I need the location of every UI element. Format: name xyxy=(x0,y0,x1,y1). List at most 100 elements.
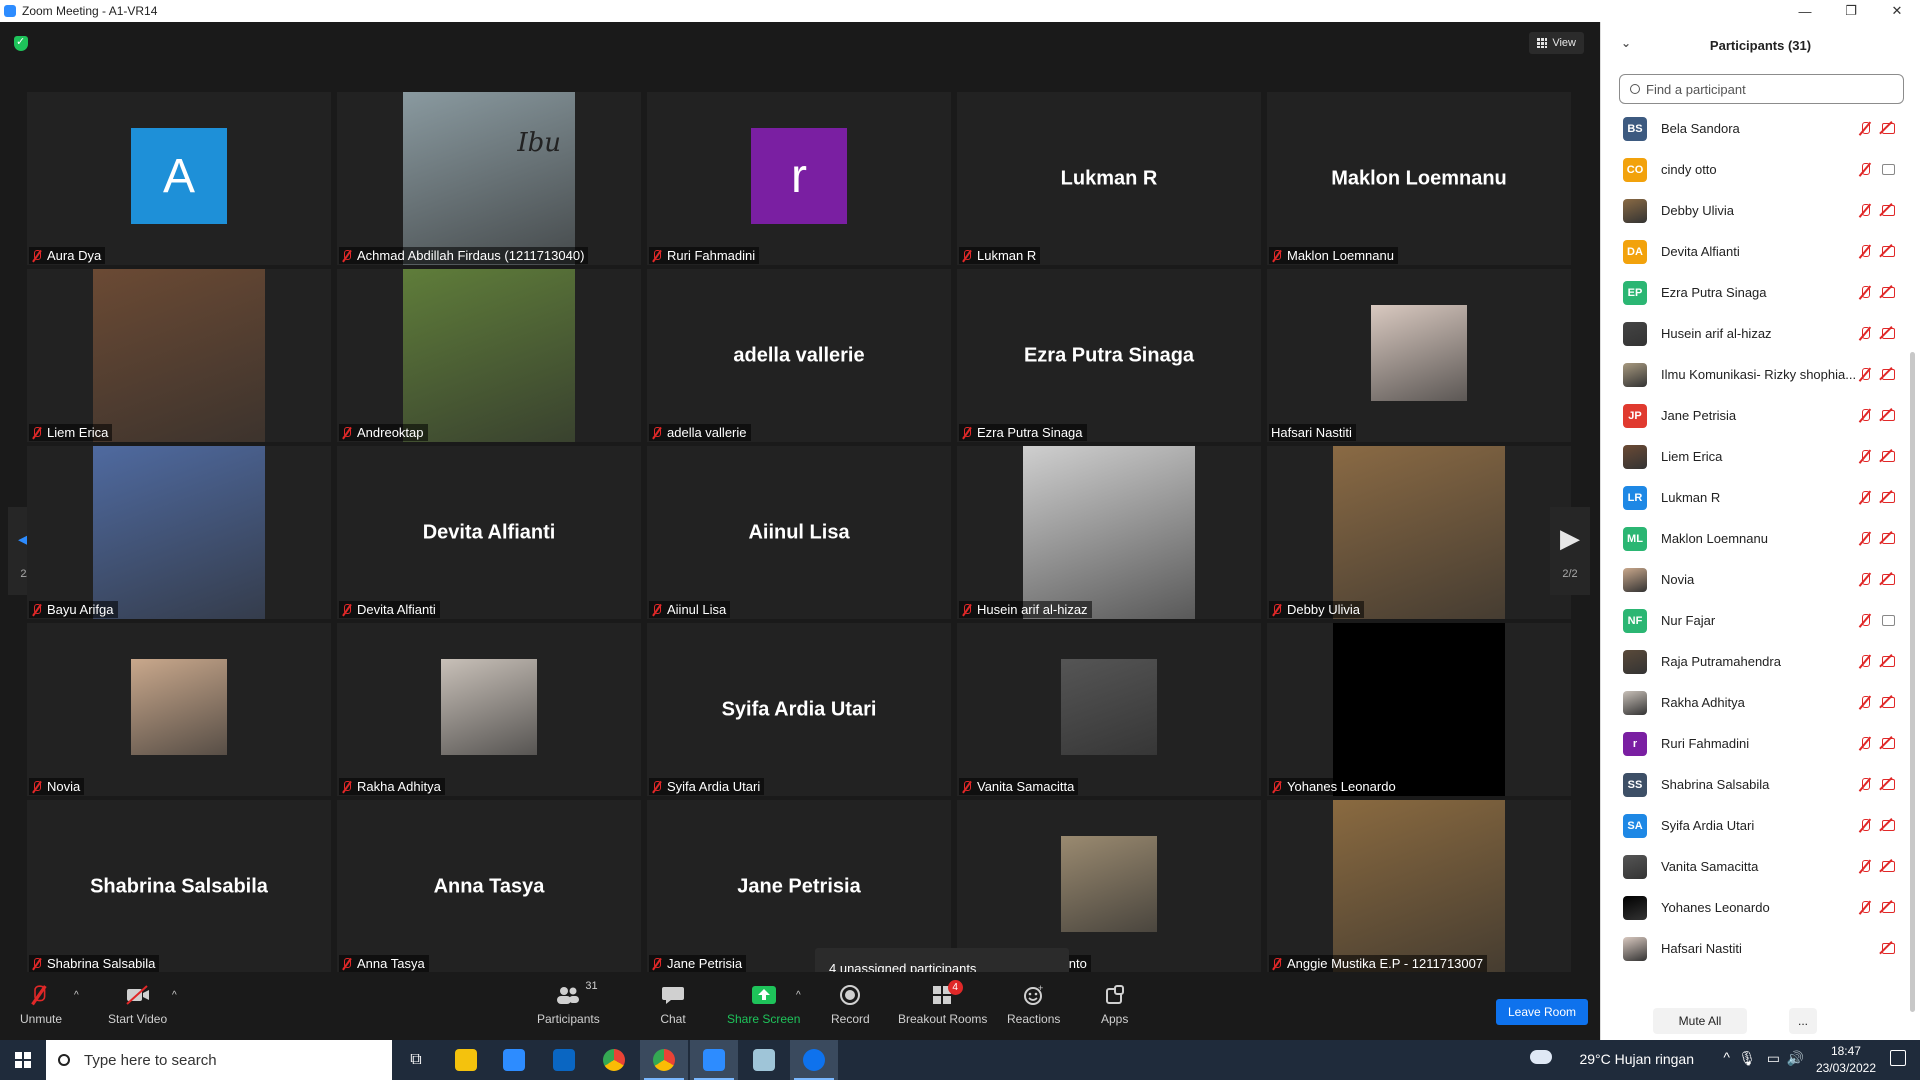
participant-row[interactable]: NF Nur Fajar xyxy=(1601,600,1906,641)
leave-room-button[interactable]: Leave Room xyxy=(1496,999,1588,1025)
reactions-button[interactable]: + Reactions xyxy=(1007,984,1060,1026)
encryption-shield-icon[interactable] xyxy=(14,35,28,51)
start-button[interactable] xyxy=(0,1040,46,1080)
muted-mic-icon[interactable] xyxy=(1858,450,1872,464)
video-off-icon[interactable] xyxy=(1882,368,1898,380)
participants-button[interactable]: 31 Participants xyxy=(537,980,600,1026)
muted-mic-icon[interactable] xyxy=(1858,778,1872,792)
muted-mic-icon[interactable] xyxy=(1858,245,1872,259)
participant-row[interactable]: CO cindy otto xyxy=(1601,149,1906,190)
muted-mic-icon[interactable] xyxy=(1858,655,1872,669)
participant-row[interactable]: BS Bela Sandora xyxy=(1601,108,1906,149)
notifications-icon[interactable] xyxy=(1890,1050,1906,1066)
muted-mic-icon[interactable] xyxy=(1858,409,1872,423)
participant-row[interactable]: Liem Erica xyxy=(1601,436,1906,477)
zoom-app[interactable] xyxy=(690,1040,738,1080)
network-icon[interactable]: ▭ xyxy=(1767,1050,1780,1067)
taskbar-search-box[interactable]: Type here to search xyxy=(46,1040,392,1080)
muted-mic-icon[interactable] xyxy=(1858,368,1872,382)
participant-search-input[interactable]: Find a participant xyxy=(1619,74,1904,104)
video-off-icon[interactable] xyxy=(1882,491,1898,503)
participant-row[interactable]: DA Devita Alfianti xyxy=(1601,231,1906,272)
muted-mic-icon[interactable] xyxy=(1858,696,1872,710)
video-off-icon[interactable] xyxy=(1882,573,1898,585)
muted-mic-icon[interactable] xyxy=(1858,532,1872,546)
video-tile[interactable]: Liem Erica xyxy=(27,269,331,442)
maximize-button[interactable]: ❐ xyxy=(1828,0,1874,22)
video-off-icon[interactable] xyxy=(1882,655,1898,667)
muted-mic-icon[interactable] xyxy=(1858,737,1872,751)
video-tile[interactable]: Debby Ulivia xyxy=(1267,446,1571,619)
participant-row[interactable]: r Ruri Fahmadini xyxy=(1601,723,1906,764)
video-off-icon[interactable] xyxy=(1882,737,1898,749)
video-tile[interactable]: Vanita Samacitta xyxy=(957,623,1261,796)
video-off-icon[interactable] xyxy=(1882,327,1898,339)
video-tile[interactable]: A Aura Dya xyxy=(27,92,331,265)
chrome-app[interactable] xyxy=(590,1040,638,1080)
video-tile[interactable]: Novia xyxy=(27,623,331,796)
task-view-button[interactable]: ⧉ xyxy=(392,1040,440,1080)
participant-row[interactable]: SS Shabrina Salsabila xyxy=(1601,764,1906,805)
participant-row[interactable]: JP Jane Petrisia xyxy=(1601,395,1906,436)
participant-row[interactable]: SA Syifa Ardia Utari xyxy=(1601,805,1906,846)
video-tile[interactable]: Ibu Achmad Abdillah Firdaus (1211713040) xyxy=(337,92,641,265)
file-explorer-app[interactable] xyxy=(442,1040,490,1080)
video-off-icon[interactable] xyxy=(1882,532,1898,544)
close-window-button[interactable]: ✕ xyxy=(1874,0,1920,22)
participant-row[interactable]: Vanita Samacitta xyxy=(1601,846,1906,887)
share-options-caret[interactable]: ^ xyxy=(796,990,801,1001)
share-screen-button[interactable]: Share Screen xyxy=(727,984,800,1026)
participant-row[interactable]: Novia xyxy=(1601,559,1906,600)
next-page-button[interactable]: ▶ 2/2 xyxy=(1550,507,1590,595)
video-tile[interactable]: Syifa Ardia Utari Syifa Ardia Utari xyxy=(647,623,951,796)
video-tile[interactable]: Anggie Mustika E.P - 1211713007 xyxy=(1267,800,1571,973)
muted-mic-icon[interactable] xyxy=(1858,286,1872,300)
video-tile[interactable]: Aiinul Lisa Aiinul Lisa xyxy=(647,446,951,619)
video-tile[interactable]: Shabrina Salsabila Shabrina Salsabila xyxy=(27,800,331,973)
muted-mic-icon[interactable] xyxy=(1858,163,1872,177)
participant-row[interactable]: Debby Ulivia xyxy=(1601,190,1906,231)
video-tile[interactable]: Husein arif al-hizaz xyxy=(957,446,1261,619)
muted-mic-icon[interactable] xyxy=(1858,327,1872,341)
video-tile[interactable]: Anna Tasya Anna Tasya xyxy=(337,800,641,973)
collapse-chevron-icon[interactable]: ⌄ xyxy=(1621,36,1631,50)
tray-chevron-icon[interactable]: ^ xyxy=(1723,1049,1730,1065)
participant-row[interactable]: Husein arif al-hizaz xyxy=(1601,313,1906,354)
volume-icon[interactable]: 🔊 xyxy=(1787,1050,1804,1067)
video-off-icon[interactable] xyxy=(1882,901,1898,913)
microphone-tray-icon[interactable]: 🎙 xyxy=(1738,1050,1756,1067)
video-camera-icon[interactable] xyxy=(1882,163,1898,175)
video-tile[interactable]: Rakha Adhitya xyxy=(337,623,641,796)
muted-mic-icon[interactable] xyxy=(1858,860,1872,874)
video-tile[interactable]: Maklon Loemnanu Maklon Loemnanu xyxy=(1267,92,1571,265)
muted-mic-icon[interactable] xyxy=(1858,573,1872,587)
video-options-caret[interactable]: ^ xyxy=(172,990,177,1001)
video-off-icon[interactable] xyxy=(1882,819,1898,831)
muted-mic-icon[interactable] xyxy=(1858,901,1872,915)
video-off-icon[interactable] xyxy=(1882,942,1898,954)
video-tile[interactable]: Yohanes Leonardo xyxy=(1267,623,1571,796)
view-button[interactable]: View xyxy=(1529,32,1584,54)
chrome-profile-app[interactable] xyxy=(640,1040,688,1080)
audio-options-caret[interactable]: ^ xyxy=(74,990,79,1001)
muted-mic-icon[interactable] xyxy=(1858,491,1872,505)
video-camera-icon[interactable] xyxy=(1882,614,1898,626)
record-button[interactable]: Record xyxy=(831,984,870,1026)
taskbar-clock[interactable]: 18:47 23/03/2022 xyxy=(1816,1043,1876,1077)
more-options-button[interactable]: ... xyxy=(1789,1008,1817,1034)
participant-row[interactable]: Ilmu Komunikasi- Rizky shophia... xyxy=(1601,354,1906,395)
participant-row[interactable]: Raja Putramahendra xyxy=(1601,641,1906,682)
apps-button[interactable]: Apps xyxy=(1101,984,1128,1026)
video-off-icon[interactable] xyxy=(1882,696,1898,708)
start-video-button[interactable]: Start Video xyxy=(108,984,167,1026)
video-tile[interactable]: Bayu Arifga xyxy=(27,446,331,619)
mute-all-button[interactable]: Mute All xyxy=(1653,1008,1747,1034)
video-off-icon[interactable] xyxy=(1882,778,1898,790)
video-tile[interactable]: Andreoktap xyxy=(337,269,641,442)
participant-row[interactable]: LR Lukman R xyxy=(1601,477,1906,518)
video-off-icon[interactable] xyxy=(1882,204,1898,216)
video-off-icon[interactable] xyxy=(1882,245,1898,257)
video-tile[interactable]: Hafsari Nastiti xyxy=(1267,269,1571,442)
muted-mic-icon[interactable] xyxy=(1858,819,1872,833)
participant-row[interactable]: Yohanes Leonardo xyxy=(1601,887,1906,928)
